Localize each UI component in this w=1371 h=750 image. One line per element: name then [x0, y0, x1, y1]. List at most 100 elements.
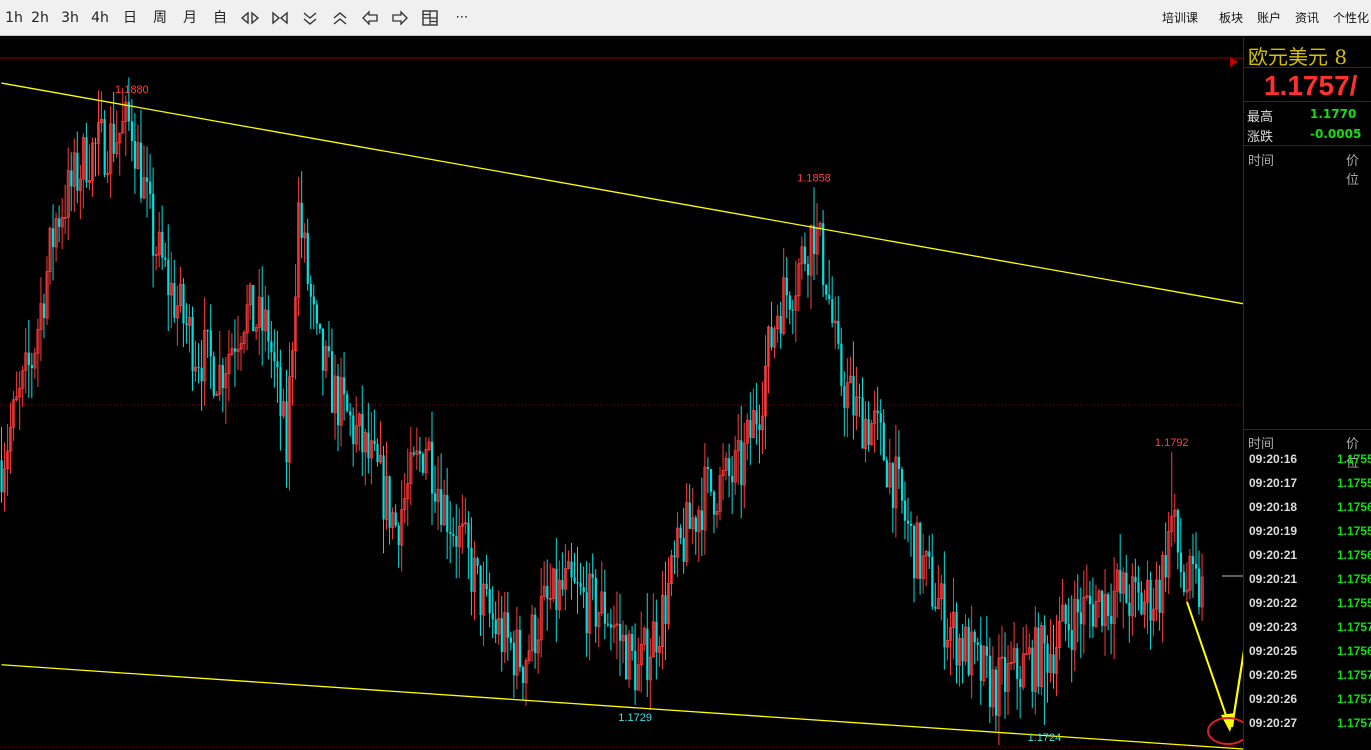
period-custom-button[interactable]: 自 — [206, 0, 234, 36]
arrow-left-icon[interactable] — [360, 10, 380, 26]
tick-time: 09:20:26 — [1249, 692, 1298, 706]
candle-body — [655, 621, 658, 653]
candle-body — [352, 415, 355, 445]
divider — [1244, 145, 1371, 146]
period-week-button[interactable]: 周 — [146, 0, 174, 36]
candle-body — [1067, 623, 1070, 631]
tick-price: 1.1757 — [1337, 692, 1371, 706]
period-4h-button[interactable]: 4h — [86, 0, 114, 36]
period-3h-button[interactable]: 3h — [56, 0, 84, 36]
candle-body — [191, 317, 194, 372]
candle-body — [467, 522, 470, 548]
candle-body — [770, 327, 773, 348]
candle-body — [488, 589, 491, 614]
tick-price: 1.1755 — [1337, 524, 1371, 538]
arrow-right-icon[interactable] — [390, 10, 410, 26]
layout-grid-icon[interactable] — [421, 10, 439, 26]
candle-body — [452, 533, 455, 537]
tick-time: 09:20:25 — [1249, 668, 1298, 682]
candle-body — [706, 467, 710, 470]
candle-body — [555, 568, 558, 610]
candle-body — [903, 500, 907, 521]
scroll-up-icon[interactable] — [330, 10, 350, 26]
tick-time: 09:20:21 — [1249, 572, 1298, 586]
candle-body — [943, 583, 946, 648]
divider — [1244, 101, 1371, 102]
candle-body — [267, 309, 270, 342]
candle-body — [1179, 552, 1183, 573]
candle-body — [900, 469, 904, 501]
tick-time: 09:20:25 — [1249, 644, 1298, 658]
candle-body — [200, 367, 203, 382]
candlestick-chart[interactable]: 1.1880 1.1858 1.1729 1.1724 1.1792 — [0, 37, 1243, 750]
period-month-button[interactable]: 月 — [176, 0, 204, 36]
candle-body — [42, 303, 46, 318]
candle-body — [1140, 592, 1143, 615]
news-link[interactable]: 资讯 — [1295, 0, 1319, 36]
training-link[interactable]: 培训课 — [1162, 0, 1198, 36]
tick-row: 09:20:23 1.1757 — [1244, 615, 1371, 639]
candle-body — [270, 341, 273, 353]
tick-time: 09:20:22 — [1249, 596, 1298, 610]
candle-body — [740, 440, 743, 485]
candle-body — [682, 538, 685, 562]
candle-body — [1046, 643, 1049, 673]
tick-price: 1.1757 — [1337, 668, 1371, 682]
candle-body — [485, 584, 488, 590]
candle-body — [261, 297, 264, 331]
tick-price: 1.1757 — [1337, 716, 1371, 730]
candle-body — [130, 121, 134, 141]
scroll-down-icon[interactable] — [300, 10, 320, 26]
period-2h-button[interactable]: 2h — [26, 0, 54, 36]
candle-body — [931, 556, 934, 607]
candle-body — [961, 638, 964, 662]
tick-price: 1.1755 — [1337, 452, 1371, 466]
candle-body — [434, 493, 437, 502]
candle-body — [852, 376, 855, 416]
candle-body — [418, 450, 422, 455]
candle-body — [361, 414, 364, 453]
candle-body — [431, 441, 434, 494]
candle-body — [70, 170, 73, 187]
candle-body — [52, 228, 55, 248]
more-options-icon[interactable]: ⋯ — [448, 0, 476, 36]
candle-body — [221, 365, 225, 388]
candle-body — [709, 469, 713, 492]
candle-body — [1164, 555, 1167, 578]
account-link[interactable]: 账户 — [1257, 0, 1281, 36]
widen-bars-icon[interactable] — [270, 10, 290, 26]
candle-body — [570, 561, 573, 578]
tick-row: 09:20:26 1.1757 — [1244, 687, 1371, 711]
candle-body — [476, 558, 479, 566]
candle-body — [934, 606, 937, 609]
candle-body — [85, 137, 88, 183]
candle-body — [421, 454, 425, 473]
candle-body — [579, 583, 582, 588]
price-labels: 1.1880 1.1858 1.1729 1.1724 1.1792 — [115, 84, 1189, 744]
candle-body — [139, 142, 143, 199]
tick-row: 09:20:21 1.1756 — [1244, 567, 1371, 591]
candle-body — [1079, 612, 1082, 625]
period-1h-button[interactable]: 1h — [0, 0, 28, 36]
candle-body — [861, 397, 864, 449]
period-day-button[interactable]: 日 — [116, 0, 144, 36]
candle-body — [910, 523, 913, 526]
candle-body — [758, 424, 761, 430]
candle-body — [1176, 510, 1180, 553]
personalize-link[interactable]: 个性化 — [1333, 0, 1369, 36]
tick-row: 09:20:18 1.1756 — [1244, 495, 1371, 519]
sector-link[interactable]: 板块 — [1219, 0, 1243, 36]
candle-body — [546, 586, 549, 599]
candle-body — [867, 419, 870, 445]
divider — [1244, 67, 1371, 68]
candle-body — [843, 385, 846, 408]
candle-body — [315, 304, 318, 324]
candle-body — [994, 669, 998, 716]
tick-price: 1.1756 — [1337, 644, 1371, 658]
tick-price: 1.1755 — [1337, 476, 1371, 490]
narrow-bars-icon[interactable] — [240, 10, 260, 26]
candle-body — [309, 283, 312, 297]
high-label: 最高 — [1247, 110, 1274, 125]
candle-body — [1107, 594, 1110, 616]
change-label: 涨跌 — [1247, 130, 1274, 145]
